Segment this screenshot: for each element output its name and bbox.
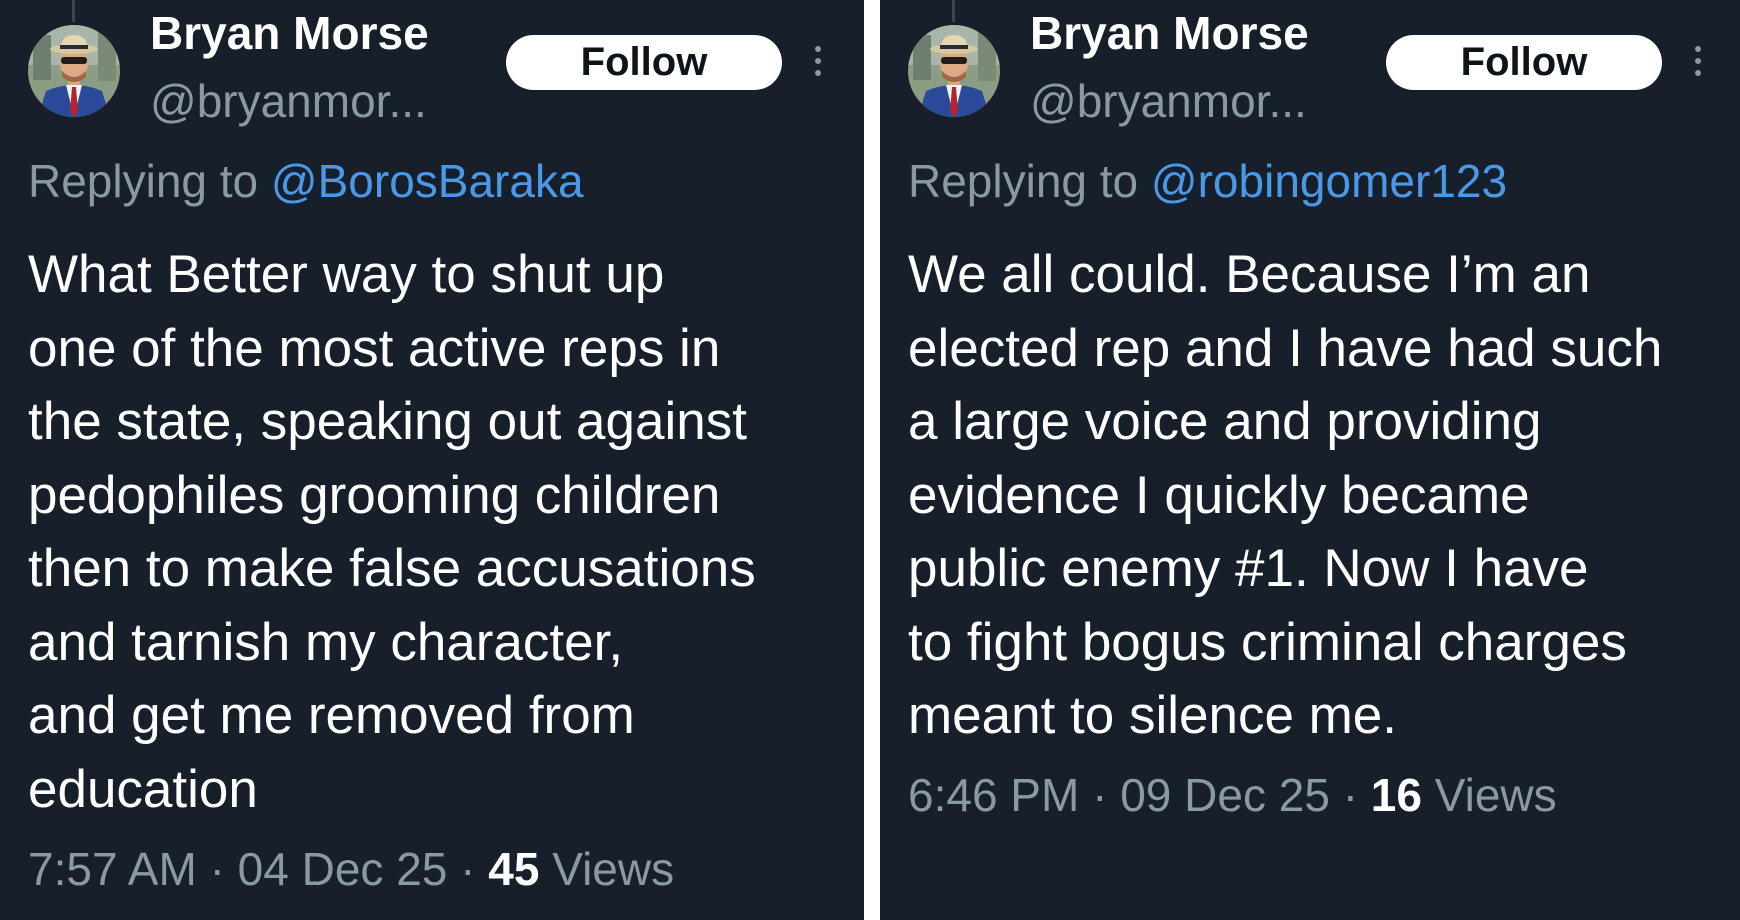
- follow-button[interactable]: Follow: [506, 35, 782, 90]
- tweet-text-line: We all could. Because I’m an: [908, 245, 1591, 304]
- replying-to-mention-link[interactable]: @BorosBaraka: [271, 155, 584, 207]
- author-handle[interactable]: @bryanmor...: [150, 74, 427, 128]
- tweet-date-link[interactable]: 04 Dec 25: [238, 843, 448, 895]
- tweet-text-line: evidence I quickly became: [908, 465, 1530, 525]
- meta-separator: ·: [1092, 769, 1108, 821]
- tweet-card: Bryan Morse @bryanmor... Follow Replying…: [0, 0, 864, 920]
- replying-to-line: Replying to @BorosBaraka: [28, 154, 584, 208]
- avatar-image: [28, 25, 120, 117]
- meta-separator: ·: [1342, 769, 1359, 821]
- tweet-text-line: pedophiles grooming children: [28, 465, 721, 525]
- tweet-text-line: to fight bogus criminal charges: [908, 612, 1627, 672]
- thread-connector-line: [72, 0, 75, 22]
- replying-to-line: Replying to @robingomer123: [908, 154, 1507, 208]
- tweet-text: We all could. Because I’m an elected rep…: [908, 238, 1728, 753]
- replying-to-prefix: Replying to: [28, 155, 259, 207]
- tweet-meta: 6:46 PM · 09 Dec 25 · 16 Views: [908, 768, 1557, 822]
- tweet-text-line: and tarnish my character,: [28, 612, 624, 672]
- tweet-meta: 7:57 AM · 04 Dec 25 · 45 Views: [28, 842, 674, 896]
- tweet-text-line: public enemy #1. Now I have: [908, 539, 1589, 598]
- more-vertical-icon[interactable]: [808, 46, 828, 80]
- tweet-date-link[interactable]: 09 Dec 25: [1120, 769, 1330, 821]
- meta-separator: ·: [209, 843, 225, 895]
- tweet-time-link[interactable]: 7:57 AM: [28, 843, 197, 895]
- tweet-text-line: then to make false accusations: [28, 539, 756, 598]
- author-display-name[interactable]: Bryan Morse: [150, 6, 429, 60]
- avatar-image: [908, 25, 1000, 117]
- replying-to-prefix: Replying to: [908, 155, 1139, 207]
- tweet-text-line: a large voice and providing: [908, 392, 1542, 451]
- views-label: Views: [552, 843, 675, 895]
- avatar[interactable]: [908, 25, 1000, 117]
- avatar[interactable]: [28, 25, 120, 117]
- meta-separator: ·: [460, 843, 476, 895]
- follow-button[interactable]: Follow: [1386, 35, 1662, 90]
- tweet-text-line: one of the most active reps in: [28, 318, 721, 378]
- tweet-text-line: elected rep and I have had such: [908, 318, 1663, 378]
- tweet-text-line: education: [28, 759, 258, 819]
- tweet-text-line: What Better way to shut up: [28, 245, 665, 304]
- more-vertical-icon[interactable]: [1688, 46, 1708, 80]
- views-count: 45: [488, 843, 540, 895]
- thread-connector-line: [952, 0, 955, 22]
- tweet-time-link[interactable]: 6:46 PM: [908, 769, 1079, 821]
- tweet-text-line: the state, speaking out against: [28, 392, 747, 451]
- views-label: Views: [1434, 769, 1557, 821]
- author-display-name[interactable]: Bryan Morse: [1030, 6, 1309, 60]
- views-count: 16: [1370, 769, 1422, 821]
- author-handle[interactable]: @bryanmor...: [1030, 74, 1307, 128]
- tweet-text: What Better way to shut up one of the mo…: [28, 238, 848, 826]
- tweet-text-line: and get me removed from: [28, 686, 635, 745]
- replying-to-mention-link[interactable]: @robingomer123: [1151, 155, 1507, 207]
- tweet-card: Bryan Morse @bryanmor... Follow Replying…: [880, 0, 1740, 920]
- tweet-text-line: meant to silence me.: [908, 686, 1398, 745]
